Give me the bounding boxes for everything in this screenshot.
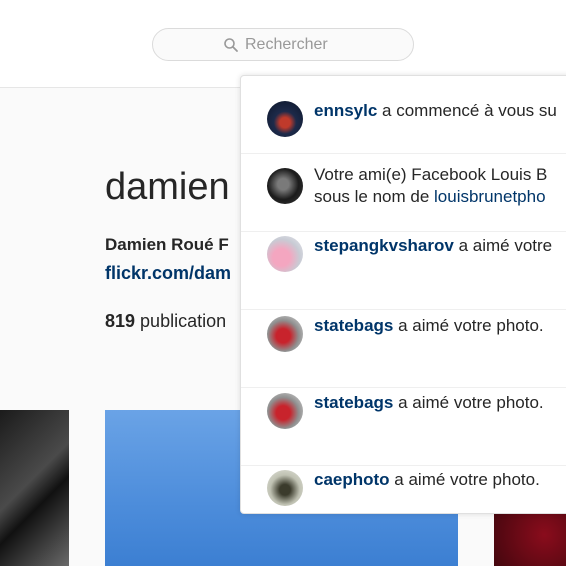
notification-message: a aimé votre photo.	[389, 470, 540, 489]
notification-item[interactable]: caephoto a aimé votre photo.	[241, 466, 566, 513]
search-placeholder-group: Rechercher	[223, 36, 328, 54]
notification-message: a commencé à vous su	[377, 101, 557, 120]
notification-username[interactable]: caephoto	[314, 470, 390, 489]
notification-message-line-2: sous le nom de louisbrunetpho	[314, 186, 547, 208]
notification-item[interactable]: statebags a aimé votre photo.	[241, 388, 566, 466]
notification-message: Votre ami(e) Facebook Louis B	[314, 165, 548, 184]
notification-username-link[interactable]: louisbrunetpho	[434, 187, 546, 206]
notification-item[interactable]: Votre ami(e) Facebook Louis B sous le no…	[241, 154, 566, 232]
notification-text: stepangkvsharov a aimé votre	[314, 235, 552, 257]
notification-text: Votre ami(e) Facebook Louis B sous le no…	[314, 164, 547, 208]
avatar[interactable]	[267, 101, 303, 137]
avatar[interactable]	[267, 236, 303, 272]
notification-username[interactable]: statebags	[314, 393, 393, 412]
notification-text: statebags a aimé votre photo.	[314, 315, 544, 337]
profile-website-link[interactable]: flickr.com/dam	[105, 263, 231, 284]
notification-item[interactable]: statebags a aimé votre photo.	[241, 310, 566, 388]
notification-message: a aimé votre photo.	[393, 393, 544, 412]
search-placeholder: Rechercher	[245, 36, 328, 53]
notifications-dropdown: ennsylc a commencé à vous su Votre ami(e…	[240, 75, 566, 514]
avatar[interactable]	[267, 168, 303, 204]
notification-text: ennsylc a commencé à vous su	[314, 100, 557, 122]
profile-username: damien	[105, 166, 230, 208]
notification-text: caephoto a aimé votre photo.	[314, 469, 540, 491]
notification-item[interactable]: stepangkvsharov a aimé votre	[241, 232, 566, 310]
notification-username[interactable]: ennsylc	[314, 101, 377, 120]
notification-message: sous le nom de	[314, 187, 435, 206]
search-input[interactable]: Rechercher	[152, 28, 414, 61]
avatar[interactable]	[267, 316, 303, 352]
notification-username[interactable]: stepangkvsharov	[314, 236, 454, 255]
notification-username[interactable]: statebags	[314, 316, 393, 335]
profile-post-count: 819 publication	[105, 311, 226, 332]
post-count-value: 819	[105, 311, 136, 331]
avatar[interactable]	[267, 393, 303, 429]
notification-message: a aimé votre	[453, 236, 553, 255]
avatar[interactable]	[267, 470, 303, 506]
notification-item[interactable]: ennsylc a commencé à vous su	[241, 76, 566, 154]
notification-text: statebags a aimé votre photo.	[314, 392, 544, 414]
notification-message: a aimé votre photo.	[393, 316, 544, 335]
profile-fullname: Damien Roué F	[105, 235, 229, 254]
post-count-label: publication	[135, 311, 227, 331]
post-thumbnail[interactable]	[0, 410, 69, 566]
search-icon	[224, 38, 238, 52]
